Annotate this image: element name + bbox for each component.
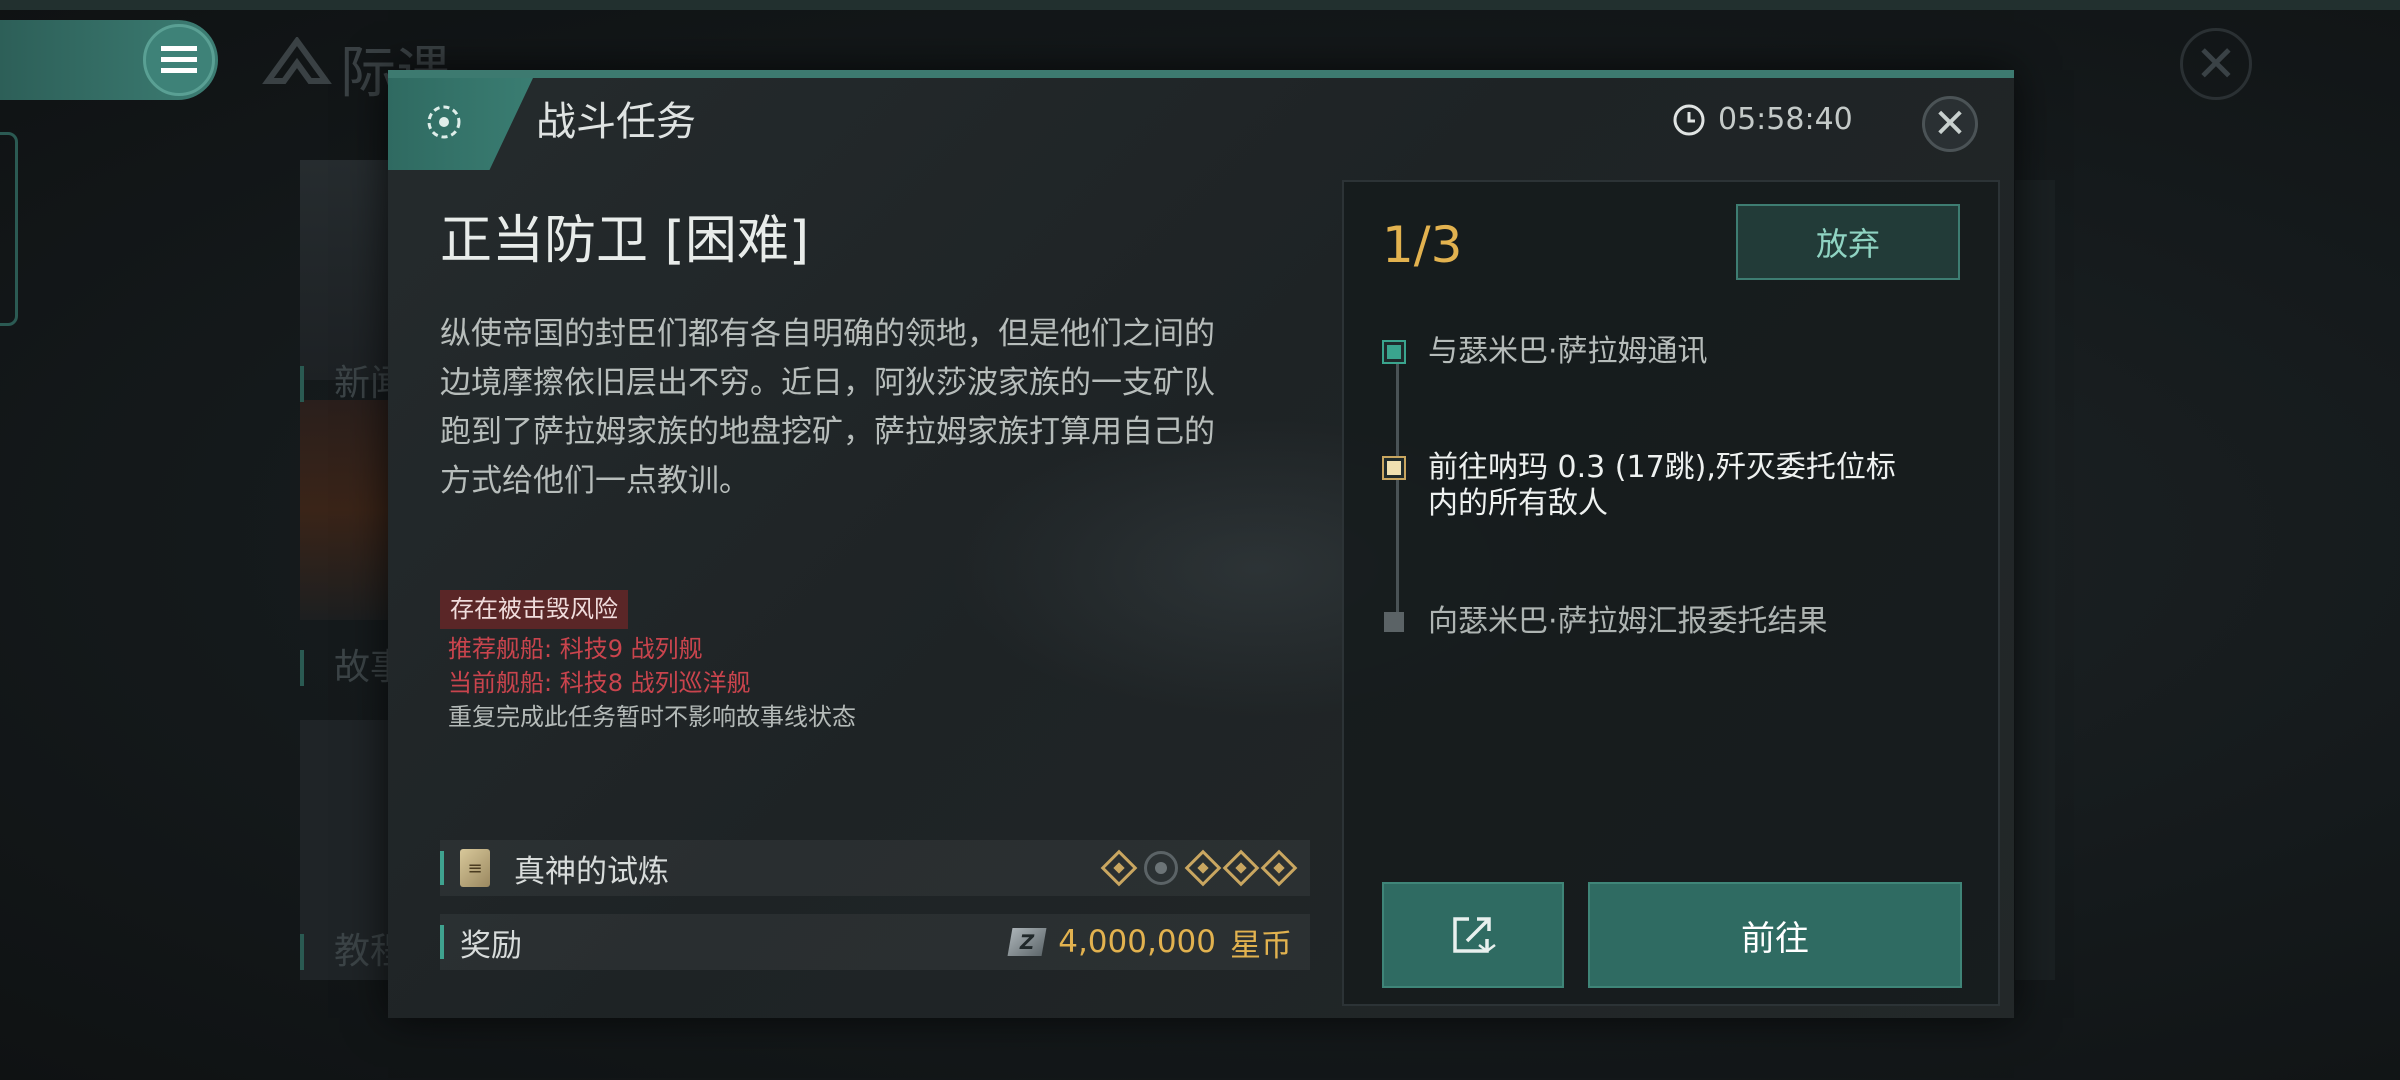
mission-name: 正当防卫 [困难] [440, 211, 810, 271]
timer-text: 05:58:40 [1718, 102, 1853, 137]
menu-button[interactable] [143, 24, 215, 96]
hamburger-icon [161, 46, 197, 73]
storyline-label: 真神的试炼 [514, 853, 669, 890]
objective-step: 前往呐玛 0.3 (17跳),歼灭委托位标内的所有敌人 [1382, 450, 1898, 522]
abandon-button[interactable]: 放弃 [1736, 204, 1960, 280]
share-icon [1453, 917, 1496, 953]
repeat-note: 重复完成此任务暂时不影响故事线状态 [448, 703, 856, 731]
objective-step: 向瑟米巴·萨拉姆汇报委托结果 [1384, 604, 1898, 640]
dialog-title: 战斗任务 [536, 99, 696, 145]
row-accent-bar [440, 851, 444, 885]
step-done-marker [1382, 340, 1406, 364]
current-ship: 当前舰船: 科技8 战列巡洋舰 [448, 669, 751, 697]
objectives-panel: 1/3 放弃 与瑟米巴·萨拉姆通讯 前往呐玛 0.3 (17跳),歼灭委托位标内… [1342, 180, 2000, 1006]
scroll-icon: ≡ [460, 849, 490, 887]
bg-strip [2015, 180, 2055, 980]
mission-description: 纵使帝国的封臣们都有各自明确的领地，但是他们之间的边境摩擦依旧层出不穷。近日，阿… [440, 316, 1215, 499]
objective-text: 向瑟米巴·萨拉姆汇报委托结果 [1428, 604, 1828, 639]
side-tab [0, 132, 18, 326]
stage-diamond-icon [1184, 849, 1222, 887]
risk-badge: 存在被击毁风险 [440, 590, 628, 630]
reward-unit: 星币 [1230, 927, 1292, 964]
objective-progress: 1/3 [1382, 216, 1463, 274]
stage-diamond-icon [1100, 849, 1138, 887]
step-current-marker [1382, 456, 1406, 480]
target-icon [422, 100, 466, 144]
close-icon: ✕ [1933, 101, 1967, 147]
row-accent-bar [440, 925, 444, 959]
reward-row: 奖励 Z 4,000,000 星币 [440, 914, 1310, 970]
reward-amount: 4,000,000 [1058, 924, 1216, 960]
isk-currency-icon: Z [1007, 928, 1047, 956]
objective-step: 与瑟米巴·萨拉姆通讯 [1382, 334, 1898, 370]
objective-text: 前往呐玛 0.3 (17跳),歼灭委托位标内的所有敌人 [1428, 450, 1896, 521]
go-button[interactable]: 前往 [1588, 882, 1962, 988]
objective-text: 与瑟米巴·萨拉姆通讯 [1428, 334, 1708, 369]
background-close-button: ✕ [2180, 28, 2252, 100]
stage-diamond-icon [1222, 849, 1260, 887]
step-pending-marker [1384, 612, 1404, 632]
recommended-ship: 推荐舰船: 科技9 战列舰 [448, 635, 703, 663]
game-screen: 际遇 ✕ 新闻 故事 教程 战斗任务 05:58:40 ✕ 正当防卫 [困难] [0, 0, 2400, 1080]
faction-emblem-icon [262, 35, 332, 100]
top-border [0, 0, 2400, 10]
current-stage-icon [1144, 851, 1178, 885]
share-button[interactable] [1382, 882, 1564, 988]
storyline-stages [1100, 849, 1298, 887]
storyline-row: ≡ 真神的试炼 [440, 840, 1310, 896]
reward-label: 奖励 [460, 927, 522, 964]
timer: 05:58:40 [1672, 102, 1853, 137]
stage-diamond-icon [1260, 849, 1298, 887]
close-button[interactable]: ✕ [1922, 96, 1978, 152]
mission-dialog: 战斗任务 05:58:40 ✕ 正当防卫 [困难] 纵使帝国的封臣们都有各自明确… [388, 70, 2014, 1018]
clock-icon [1673, 104, 1705, 135]
reward-value: Z 4,000,000 星币 [1007, 920, 1292, 965]
